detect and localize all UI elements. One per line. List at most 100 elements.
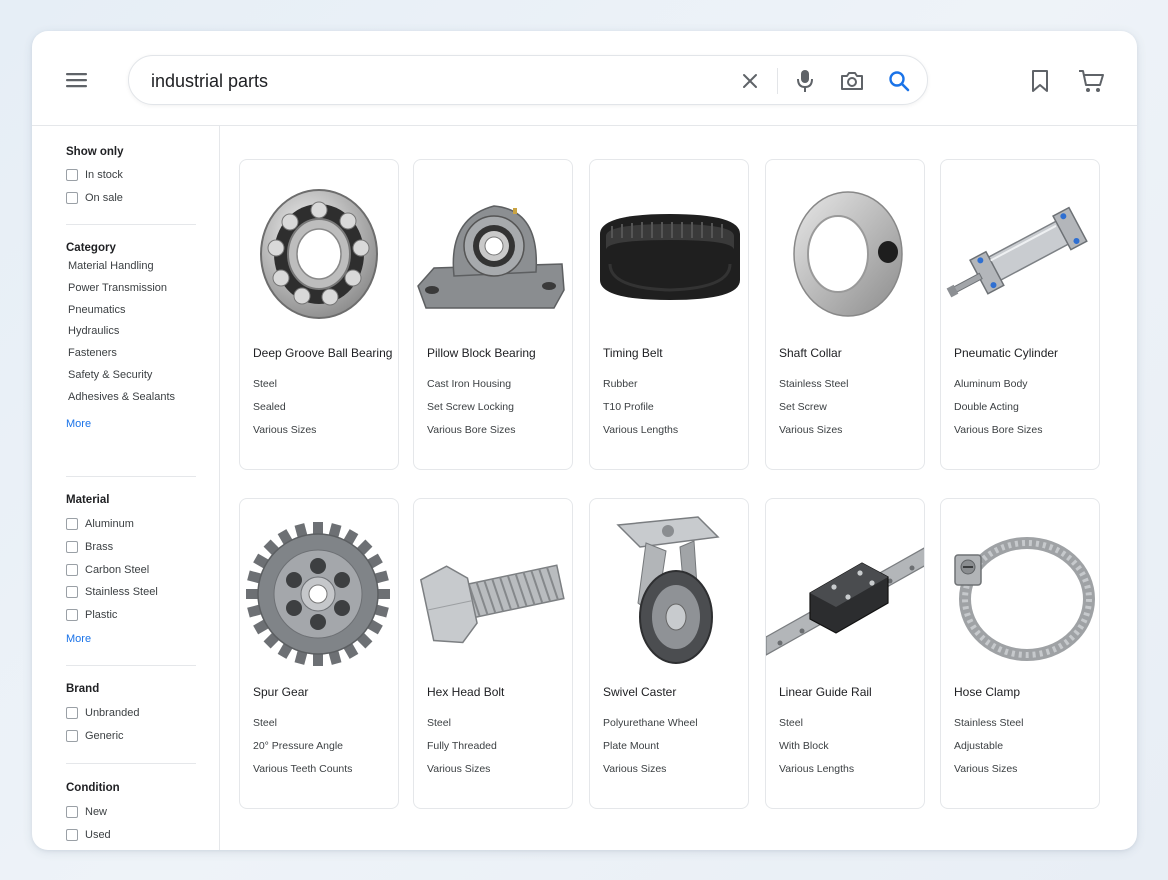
search-separator [777, 68, 778, 94]
checkbox-in-stock[interactable]: In stock [66, 164, 196, 187]
filter-category: Category Material Handling Power Transmi… [66, 240, 196, 432]
product-title[interactable]: Linear Guide Rail [779, 685, 923, 699]
product-spec: Set Screw Locking [427, 401, 514, 413]
microphone-icon[interactable] [792, 67, 818, 95]
product-title[interactable]: Shaft Collar [779, 346, 923, 360]
product-spec: Fully Threaded [427, 740, 497, 752]
checkbox-carbon-steel[interactable]: Carbon Steel [66, 558, 196, 581]
product-spec: With Block [779, 740, 829, 752]
product-spec: Various Lengths [779, 763, 855, 775]
checkbox-used[interactable]: Used [66, 824, 196, 847]
checkbox[interactable] [66, 192, 78, 205]
timing-belt-image [600, 214, 740, 300]
product-spec: Various Teeth Counts [253, 763, 353, 775]
category-safety-security[interactable]: Safety & Security [66, 365, 196, 387]
product-spec: Various Bore Sizes [954, 424, 1043, 436]
product-title[interactable]: Hex Head Bolt [427, 685, 571, 699]
product-spec: Adjustable [954, 740, 1004, 752]
filter-title: Category [66, 242, 116, 254]
checkbox-generic[interactable]: Generic [66, 725, 196, 748]
checkbox-stainless-steel[interactable]: Stainless Steel [66, 581, 196, 604]
checkbox-unbranded[interactable]: Unbranded [66, 702, 196, 725]
product-title[interactable]: Pneumatic Cylinder [954, 346, 1098, 360]
category-hydraulics[interactable]: Hydraulics [66, 321, 196, 343]
product-spec: Various Bore Sizes [427, 424, 516, 436]
divider [66, 763, 196, 764]
product-card[interactable]: Swivel Caster Polyurethane Wheel Plate M… [589, 498, 749, 809]
product-spec: Stainless Steel [779, 378, 849, 390]
checkbox-brass[interactable]: Brass [66, 536, 196, 559]
product-card[interactable]: Timing Belt Rubber T10 Profile Various L… [589, 159, 749, 470]
filter-title: Material [66, 494, 110, 506]
material-more-link[interactable]: More [66, 633, 91, 645]
category-power-transmission[interactable]: Power Transmission [66, 278, 196, 300]
filter-title: Brand [66, 683, 100, 695]
product-spec: Steel [253, 378, 277, 390]
divider [66, 476, 196, 477]
top-bar [32, 31, 1137, 126]
product-spec: Stainless Steel [954, 717, 1024, 729]
pillow-block-image [417, 205, 565, 309]
filter-title: Condition [66, 782, 120, 794]
shaft-collar-image [793, 191, 903, 317]
filter-sidebar: Show only In stock On sale Category Mate… [32, 126, 220, 850]
checkbox[interactable] [66, 707, 78, 720]
checkbox-plastic[interactable]: Plastic [66, 604, 196, 627]
product-title[interactable]: Hose Clamp [954, 685, 1098, 699]
product-card[interactable]: Spur Gear Steel 20° Pressure Angle Vario… [239, 498, 399, 809]
product-title[interactable]: Pillow Block Bearing [427, 346, 571, 360]
linear-guide-image [766, 547, 924, 656]
search-window: Show only In stock On sale Category Mate… [32, 31, 1137, 850]
checkbox[interactable] [66, 541, 78, 554]
product-card[interactable]: Pneumatic Cylinder Aluminum Body Double … [940, 159, 1100, 470]
cart-icon[interactable] [1076, 67, 1106, 95]
product-spec: Steel [427, 717, 451, 729]
product-title[interactable]: Deep Groove Ball Bearing [253, 346, 397, 360]
search-input[interactable] [151, 68, 711, 94]
product-spec: Double Acting [954, 401, 1019, 413]
swivel-caster-image [616, 516, 720, 664]
search-bar [128, 55, 928, 105]
hose-clamp-image [954, 537, 1095, 661]
product-title[interactable]: Spur Gear [253, 685, 397, 699]
checkbox[interactable] [66, 609, 78, 622]
checkbox[interactable] [66, 518, 78, 531]
category-fasteners[interactable]: Fasteners [66, 343, 196, 365]
pneumatic-cylinder-image [946, 206, 1088, 298]
category-more-link[interactable]: More [66, 418, 91, 430]
filter-brand: Brand Unbranded Generic [66, 681, 196, 747]
checkbox-new[interactable]: New [66, 801, 196, 824]
checkbox[interactable] [66, 563, 78, 576]
checkbox[interactable] [66, 806, 78, 819]
filter-material: Material Aluminum Brass Carbon Steel Sta… [66, 492, 196, 647]
product-card[interactable]: Hose Clamp Stainless Steel Adjustable Va… [940, 498, 1100, 809]
product-card[interactable]: Deep Groove Ball Bearing Steel Sealed Va… [239, 159, 399, 470]
product-spec: Various Sizes [253, 424, 317, 436]
product-spec: Various Sizes [779, 424, 843, 436]
product-spec: Various Sizes [603, 763, 667, 775]
product-title[interactable]: Swivel Caster [603, 685, 747, 699]
filter-title: Show only [66, 146, 124, 158]
product-card[interactable]: Pillow Block Bearing Cast Iron Housing S… [413, 159, 573, 470]
category-pneumatics[interactable]: Pneumatics [66, 300, 196, 322]
camera-icon[interactable] [838, 67, 866, 95]
menu-icon[interactable] [62, 68, 92, 92]
product-card[interactable]: Hex Head Bolt Steel Fully Threaded Vario… [413, 498, 573, 809]
product-title[interactable]: Timing Belt [603, 346, 747, 360]
product-spec: Various Sizes [427, 763, 491, 775]
product-spec: Various Sizes [954, 763, 1018, 775]
checkbox-aluminum[interactable]: Aluminum [66, 513, 196, 536]
bookmark-icon[interactable] [1028, 67, 1052, 95]
close-icon[interactable] [737, 68, 763, 94]
category-adhesives-sealants[interactable]: Adhesives & Sealants [66, 387, 196, 409]
checkbox-on-sale[interactable]: On sale [66, 187, 196, 210]
checkbox[interactable] [66, 829, 78, 842]
category-material-handling[interactable]: Material Handling [66, 256, 196, 278]
checkbox[interactable] [66, 730, 78, 743]
search-icon[interactable] [885, 67, 913, 95]
checkbox[interactable] [66, 169, 78, 182]
product-card[interactable]: Shaft Collar Stainless Steel Set Screw V… [765, 159, 925, 470]
product-spec: Aluminum Body [954, 378, 1028, 390]
product-card[interactable]: Linear Guide Rail Steel With Block Vario… [765, 498, 925, 809]
checkbox[interactable] [66, 586, 78, 599]
